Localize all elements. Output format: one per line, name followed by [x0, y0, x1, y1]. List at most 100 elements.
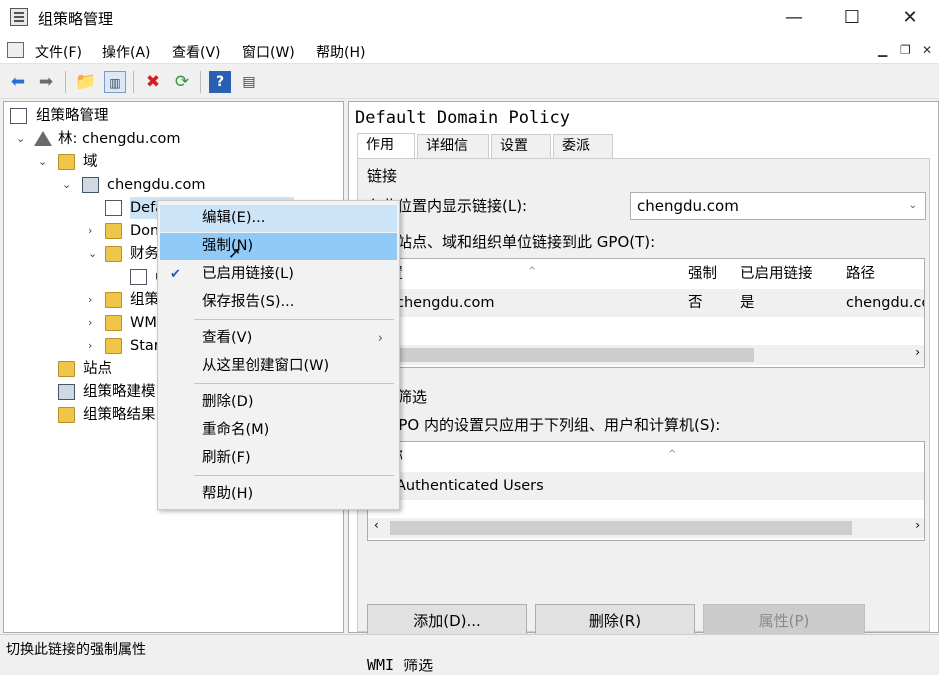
- expand-chevron-icon[interactable]: ›: [88, 289, 100, 311]
- tree-domains-label: 域: [83, 154, 98, 170]
- toolbar-separator: [65, 71, 66, 93]
- domain-icon: [82, 177, 99, 193]
- collapse-chevron-icon[interactable]: ⌄: [62, 174, 74, 196]
- window-title: 组策略管理: [38, 10, 114, 28]
- scroll-right-icon[interactable]: ›: [915, 345, 920, 359]
- menu-item-label: 重命名(M): [202, 422, 270, 438]
- links-horizontal-scrollbar[interactable]: ›: [368, 345, 924, 365]
- column-header-path[interactable]: 路径: [846, 259, 875, 289]
- column-header-enforced[interactable]: 强制: [688, 259, 717, 289]
- menu-item-delete[interactable]: 删除(D): [160, 389, 397, 416]
- expand-chevron-icon[interactable]: ›: [88, 312, 100, 334]
- properties-button[interactable]: 属性(P): [703, 604, 865, 638]
- toolbar-separator: [133, 71, 134, 93]
- scroll-left-icon[interactable]: ‹: [374, 518, 379, 532]
- sort-up-icon: ^: [668, 449, 677, 460]
- expand-chevron-icon[interactable]: ›: [88, 220, 100, 242]
- mdi-restore-icon[interactable]: ❐: [900, 43, 911, 57]
- chevron-down-icon: ⌄: [908, 200, 917, 211]
- table-row[interactable]: Authenticated Users: [368, 472, 924, 500]
- delete-icon[interactable]: ✖: [142, 71, 164, 93]
- menu-item-label: 刷新(F): [202, 450, 251, 466]
- menu-bar: 文件(F) 操作(A) 查看(V) 窗口(W) 帮助(H) ▁ ❐ ✕: [0, 36, 939, 64]
- mdi-close-icon[interactable]: ✕: [922, 43, 932, 57]
- ou-folder-icon: [105, 246, 122, 262]
- links-table: 位置 ^ 强制 已启用链接 路径 chengdu.com 否 是 chengdu…: [367, 258, 925, 368]
- forest-icon: [34, 131, 52, 146]
- scope-tab-page: 链接 在此位置内显示链接(L): chengdu.com ⌄ 下列站点、域和组织…: [357, 158, 931, 674]
- menu-action[interactable]: 操作(A): [102, 42, 151, 62]
- menu-item-label: 保存报告(S)...: [202, 294, 295, 310]
- collapse-chevron-icon[interactable]: ⌄: [88, 243, 100, 265]
- back-arrow-icon[interactable]: ⬅: [7, 71, 29, 93]
- properties-icon[interactable]: ▤: [238, 71, 260, 93]
- up-folder-icon[interactable]: 📁: [75, 71, 97, 93]
- domains-folder-icon: [58, 154, 75, 170]
- mdi-minimize-icon[interactable]: ▁: [878, 43, 887, 57]
- tab-delegation[interactable]: 委派: [553, 134, 613, 158]
- ou-folder-icon: [105, 223, 122, 239]
- menu-item-enforce[interactable]: 强制(N): [160, 233, 397, 260]
- details-pane: Default Domain Policy 作用域 详细信息 设置 委派 链接 …: [348, 101, 939, 674]
- menu-item-edit[interactable]: 编辑(E)...: [160, 205, 397, 232]
- scrollbar-thumb[interactable]: [390, 521, 852, 535]
- menu-separator: [194, 475, 394, 476]
- menu-item-save-report[interactable]: 保存报告(S)...: [160, 289, 397, 316]
- column-header-link-enabled[interactable]: 已启用链接: [740, 259, 813, 289]
- wmi-folder-icon: [105, 315, 122, 331]
- tree-root-label: 组策略管理: [36, 108, 109, 124]
- sort-up-icon: ^: [528, 266, 537, 277]
- menu-item-help[interactable]: 帮助(H): [160, 481, 397, 508]
- gpmc-app-icon: [10, 8, 28, 26]
- menu-item-label: 已启用链接(L): [202, 266, 294, 282]
- tree-forest-label: 林: chengdu.com: [58, 131, 181, 147]
- show-hide-tree-icon[interactable]: ▥: [104, 71, 126, 93]
- toolbar-separator: [200, 71, 201, 93]
- tree-sites-label: 站点: [83, 361, 112, 377]
- modeling-icon: [58, 384, 75, 400]
- menu-help[interactable]: 帮助(H): [316, 42, 365, 62]
- menu-item-view[interactable]: 查看(V) ›: [160, 325, 397, 352]
- help-icon[interactable]: ?: [209, 71, 231, 93]
- menu-item-label: 编辑(E)...: [202, 210, 266, 226]
- menu-file[interactable]: 文件(F): [35, 42, 82, 62]
- tree-item-label: 组策: [130, 292, 159, 308]
- tab-settings[interactable]: 设置: [491, 134, 551, 158]
- remove-button[interactable]: 删除(R): [535, 604, 695, 638]
- menu-item-rename[interactable]: 重命名(M): [160, 417, 397, 444]
- tab-scope[interactable]: 作用域: [357, 133, 415, 175]
- collapse-chevron-icon[interactable]: ⌄: [16, 128, 28, 150]
- submenu-arrow-icon: ›: [377, 331, 383, 346]
- gpo-folder-icon: [105, 292, 122, 308]
- cell-enabled: 是: [740, 295, 755, 311]
- tree-domain-label: chengdu.com: [107, 177, 206, 193]
- menu-item-refresh[interactable]: 刷新(F): [160, 445, 397, 472]
- forward-arrow-icon[interactable]: ➡: [35, 71, 57, 93]
- maximize-button[interactable]: ☐: [823, 0, 881, 36]
- system-menu-icon[interactable]: [7, 42, 24, 58]
- gpo-link-icon: [105, 200, 122, 216]
- expand-chevron-icon[interactable]: ›: [88, 335, 100, 357]
- minimize-button[interactable]: —: [765, 0, 823, 36]
- collapse-chevron-icon[interactable]: ⌄: [38, 151, 50, 173]
- table-row[interactable]: chengdu.com 否 是 chengdu.com: [368, 289, 924, 317]
- menu-view[interactable]: 查看(V): [172, 42, 221, 62]
- mouse-pointer-icon: ➚: [228, 243, 242, 262]
- add-button[interactable]: 添加(D)...: [367, 604, 527, 638]
- scroll-right-icon[interactable]: ›: [915, 518, 920, 532]
- menu-window[interactable]: 窗口(W): [242, 42, 295, 62]
- menu-item-link-enabled[interactable]: ✔ 已启用链接(L): [160, 261, 397, 288]
- sites-icon: [58, 361, 75, 377]
- cell-location: chengdu.com: [396, 295, 495, 311]
- security-filter-label: 此 GPO 内的设置只应用于下列组、用户和计算机(S):: [367, 416, 721, 434]
- location-select[interactable]: chengdu.com ⌄: [630, 192, 926, 220]
- close-button[interactable]: ✕: [881, 0, 939, 36]
- security-filter-table: 名称 ^ Authenticated Users ‹ ›: [367, 441, 925, 541]
- tab-details[interactable]: 详细信息: [417, 134, 489, 176]
- checkmark-icon: ✔: [170, 267, 181, 282]
- gpo-title: Default Domain Policy: [355, 108, 570, 128]
- scrollbar-thumb[interactable]: [388, 348, 754, 362]
- refresh-icon[interactable]: ⟳: [171, 71, 193, 93]
- security-horizontal-scrollbar[interactable]: ‹ ›: [368, 518, 924, 538]
- menu-item-new-window[interactable]: 从这里创建窗口(W): [160, 353, 397, 380]
